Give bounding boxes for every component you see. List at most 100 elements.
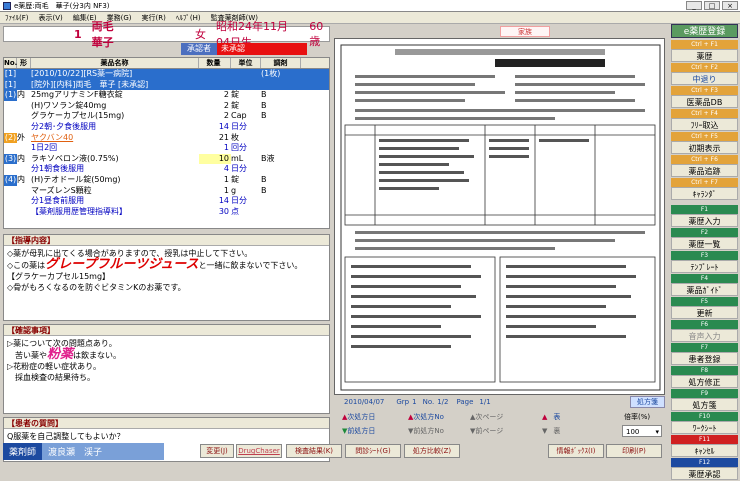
ctrl-key-label: Ctrl + F7 [671,178,738,187]
prev-rx-no-label: 前処方No [413,427,444,435]
medication-table[interactable]: No. 形 薬品名称 数量 単位 調剤 [1] [2010/10/22][RS薬一… [3,57,330,229]
prescription-scan [340,44,661,391]
cell-c6: (1枚) [261,69,281,78]
fkey-button[interactable]: ｷｬﾝｾﾙ [671,444,738,457]
check-section[interactable]: 【確認事項】 ▷薬について次の問題点あり。 苦い薬や粉薬は飲まない。 ▷花粉症の… [3,324,330,414]
cell-c4: 1 [223,185,229,195]
table-row[interactable]: グラケーカプセル(15mg) 2 Cap B [4,111,329,122]
cell-c1 [4,164,17,175]
fkey-button[interactable]: 薬品ｶﾞｲﾄﾞ [671,283,738,296]
fkey-button[interactable]: 音声入力 [671,329,738,342]
ctrl-key-button[interactable]: ｷｬﾗﾝﾀﾞ [671,187,738,200]
fkey-button[interactable]: 処方箋 [671,398,738,411]
cell-c2: 内 [17,90,25,100]
table-row[interactable]: (2) 外ヤクバン40 21 枚 [4,132,329,144]
cell-c2 [17,164,31,175]
cell-c1 [4,207,17,218]
fkey-button[interactable]: 処方修正 [671,375,738,388]
cell-c2 [17,143,31,154]
cell-c6: B [261,111,267,121]
table-row[interactable]: 分2朝･夕食後服用 14 日分 [4,122,329,133]
col-no: No. [4,58,18,68]
ctrl-key-button[interactable]: 中退り [671,72,738,85]
change-button[interactable]: 変更(J) [200,444,234,458]
next-page-button[interactable]: ▲次ページ [470,411,503,423]
rx-page: 1/1 [479,398,491,406]
table-row[interactable]: (3) 内ラキソベロン液(0.75%) 10 mL B液 [4,153,329,165]
guidance-section[interactable]: 【指導内容】 ◇薬が母乳に出てくる場合がありますので、授乳は中止して下さい。 ◇… [3,234,330,321]
fkey-button[interactable]: ﾃﾝﾌﾟﾚｰﾄ [671,260,738,273]
fkey-button[interactable]: 薬歴入力 [671,214,738,227]
approver-label: 承認者 [181,43,217,55]
table-row[interactable]: (1) 内 25mgアリナミンF糖衣錠 2 錠 B [4,90,329,101]
ctrl-key-button[interactable]: 初期表示 [671,141,738,154]
table-row[interactable]: 1日2回 1 回分 [4,143,329,154]
cell-c4: 14 [218,121,229,131]
cell-c2 [17,80,31,91]
drugchaser-button[interactable]: DrugChaser [236,444,282,458]
family-badge[interactable]: 家族 [500,26,550,37]
fkey-button[interactable]: 薬歴一覧 [671,237,738,250]
minimize-button[interactable]: _ [686,1,702,10]
lab-results-button[interactable]: 検査結果(K) [286,444,342,458]
menu-file[interactable]: ﾌｧｲﾙ(F) [0,13,34,23]
rx-grp-label: Grp [396,398,410,406]
pharmacist-name: 渡良瀬 渓子 [42,442,165,460]
prev-rx-date-button[interactable]: ▼前処方日 [342,425,375,437]
cell-c3: 1日2回 [31,143,58,153]
info-box-button[interactable]: 情報ﾎﾞｯｸｽ(I) [548,444,604,458]
cell-c5: 錠 [231,90,239,100]
fkey-label: F5 [671,297,738,306]
menu-run[interactable]: 実行(R) [137,13,171,23]
ctrl-key-button[interactable]: 医薬品DB [671,95,738,108]
table-row[interactable]: 【薬剤服用歴管理指導料】 30 点 [4,207,329,218]
table-row[interactable]: (H)ワソラン錠40mg 2 錠 B [4,101,329,112]
rx-sheet-button[interactable]: 処方箋 [630,396,665,408]
prescription-image[interactable] [334,38,665,395]
maximize-button[interactable]: □ [704,1,720,10]
table-row[interactable]: マーズレンS顆粒 1 g B [4,186,329,197]
fkey-button[interactable]: 更新 [671,306,738,319]
next-rx-no-label: 次処方No [413,413,444,421]
close-button[interactable]: × [722,1,738,10]
cell-c6 [261,122,301,133]
fkey-button[interactable]: ﾜｰｸｼｰﾄ [671,421,738,434]
fkey-button[interactable]: 薬歴承認 [671,467,738,480]
fkey-button[interactable]: 患者登録 [671,352,738,365]
table-row[interactable]: [1] [院外][内科]両毛 華子 [未承認] [4,79,329,91]
check-powder: 粉薬 [47,347,74,362]
table-row[interactable]: [1] [2010/10/22][RS薬一病院] (1枚) [4,69,329,80]
patient-age: 60歳 [309,19,324,48]
guidance-title: 【指導内容】 [4,235,329,246]
title-bar: e薬歴:両毛 華子(分3内 NF3) _ □ × [0,0,740,12]
ctrl-key-label: Ctrl + F4 [671,109,738,118]
next-page-label: 次ページ [475,413,504,421]
questionnaire-button[interactable]: 問診ｼｰﾄ(G) [345,444,401,458]
prev-rx-no-button[interactable]: ▼前処方No [408,425,444,437]
zoom-select[interactable]: 100 ▾ [622,425,662,437]
guidance-line-3: 【グラケーカプセル15mg】 [7,272,111,281]
table-row[interactable]: 分1朝食後服用 4 日分 [4,164,329,175]
ctrl-key-button[interactable]: 薬品追跡 [671,164,738,177]
menu-help[interactable]: ﾍﾙﾌﾟ(H) [171,13,206,23]
print-button[interactable]: 印刷(P) [606,444,662,458]
front-button[interactable]: ▲ 表 [542,411,560,423]
cell-c3: 25mgアリナミンF糖衣錠 [31,90,123,100]
table-row[interactable]: 分1昼食前服用 14 日分 [4,196,329,207]
prev-page-button[interactable]: ▼前ページ [470,425,503,437]
rx-date: 2010/04/07 [344,398,385,406]
rx-compare-button[interactable]: 処方比較(Z) [404,444,460,458]
next-rx-no-button[interactable]: ▲次処方No [408,411,444,423]
cell-c3: ラキソベロン液(0.75%) [31,153,119,163]
cell-c3: [院外][内科]両毛 華子 [未承認] [31,79,149,89]
ctrl-key-button[interactable]: ﾌﾘｰ取込 [671,118,738,131]
cell-c3: グラケーカプセル(15mg) [31,111,125,121]
ctrl-key-button[interactable]: 薬歴 [671,49,738,62]
patient-sex: 女 [195,28,207,41]
back-button[interactable]: ▼ 裏 [542,425,560,437]
question-title: 【患者の質問】 [4,418,329,429]
next-rx-date-button[interactable]: ▲次処方日 [342,411,375,423]
cell-c1 [4,196,17,207]
table-row[interactable]: (4) 内 (H)テオドール錠(50mg) 1 錠 B [4,174,329,186]
menu-view[interactable]: 表示(V) [34,13,68,23]
